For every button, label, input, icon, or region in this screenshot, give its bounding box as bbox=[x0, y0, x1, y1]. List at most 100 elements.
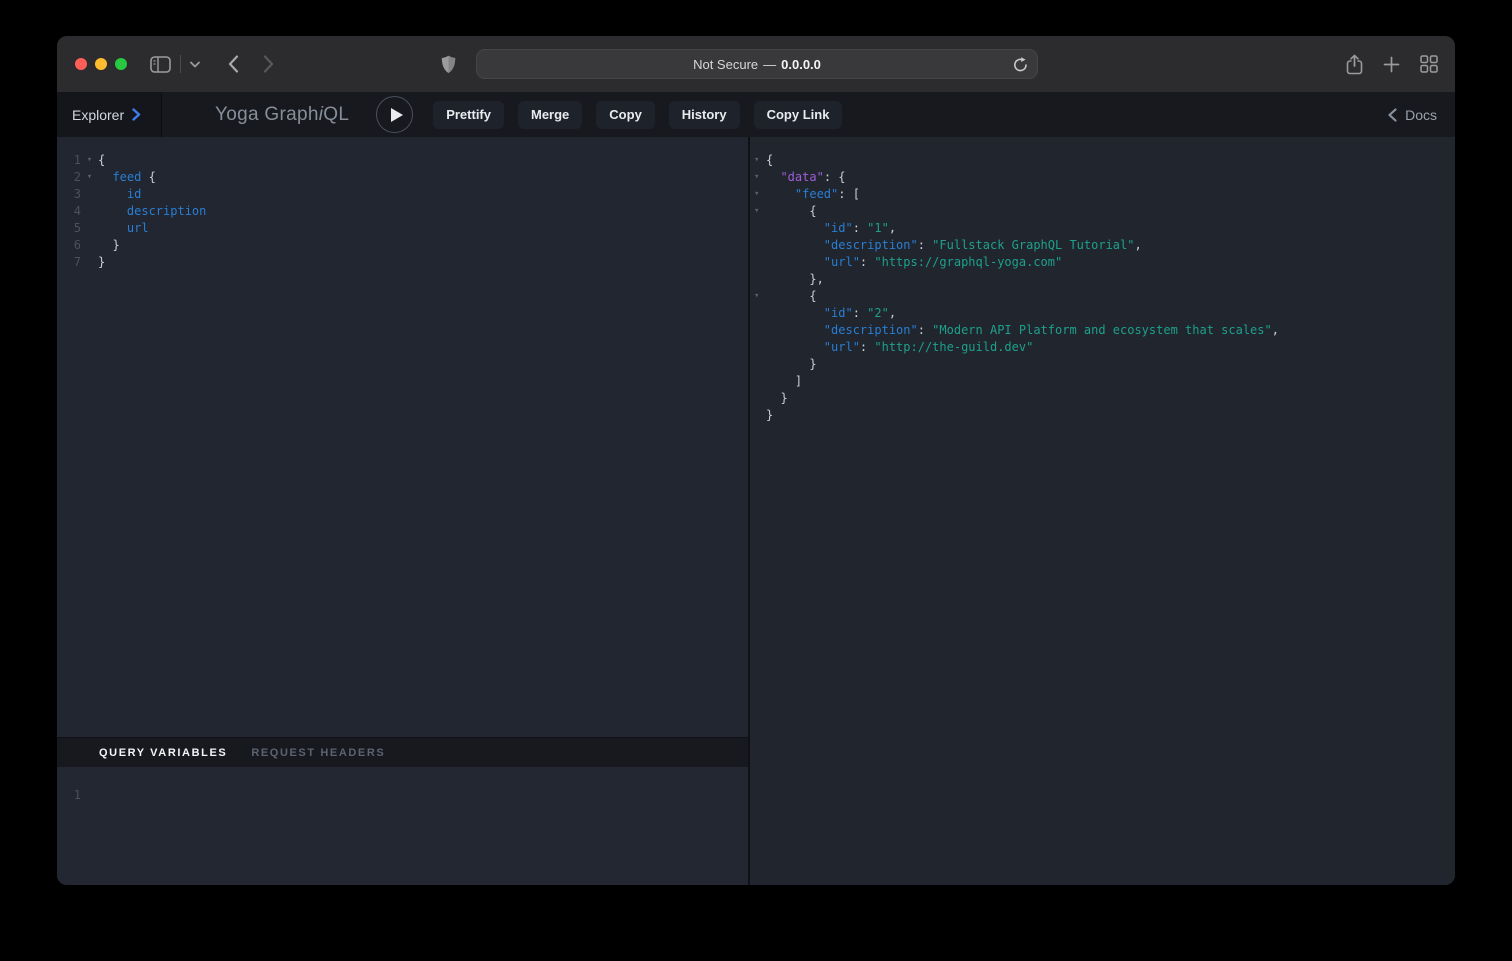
line-number: 4 bbox=[57, 203, 81, 220]
code-line[interactable]: 7} bbox=[57, 254, 748, 271]
response-viewer[interactable]: ▾{▾ "data": {▾ "feed": [▾ { "id": "1", "… bbox=[750, 137, 1455, 885]
fold-gutter bbox=[750, 322, 766, 339]
code-text: } bbox=[766, 407, 773, 424]
fold-gutter bbox=[750, 390, 766, 407]
code-text: "description": "Modern API Platform and … bbox=[766, 322, 1279, 339]
chevron-left-icon bbox=[1388, 108, 1397, 122]
toolbar-buttons: Prettify Merge Copy History Copy Link bbox=[433, 101, 842, 129]
fold-arrow-icon[interactable]: ▾ bbox=[750, 203, 766, 220]
code-line[interactable]: "id": "2", bbox=[750, 305, 1455, 322]
privacy-shield-icon[interactable] bbox=[441, 55, 456, 74]
tab-request-headers[interactable]: REQUEST HEADERS bbox=[251, 747, 385, 759]
fold-arrow-icon[interactable]: ▾ bbox=[81, 169, 98, 186]
code-line[interactable]: 6 } bbox=[57, 237, 748, 254]
minimize-window-button[interactable] bbox=[95, 58, 107, 70]
traffic-lights bbox=[75, 58, 127, 70]
fold-gutter bbox=[750, 373, 766, 390]
fold-gutter bbox=[750, 271, 766, 288]
close-window-button[interactable] bbox=[75, 58, 87, 70]
fold-gutter bbox=[81, 237, 98, 254]
code-line[interactable]: } bbox=[750, 356, 1455, 373]
code-text: } bbox=[98, 254, 105, 271]
sidebar-toggle-icon[interactable] bbox=[150, 56, 171, 73]
fold-gutter bbox=[750, 339, 766, 356]
fold-arrow-icon[interactable]: ▾ bbox=[750, 186, 766, 203]
line-number: 6 bbox=[57, 237, 81, 254]
chevron-right-icon bbox=[132, 108, 141, 121]
share-icon[interactable] bbox=[1346, 54, 1363, 75]
nav-controls bbox=[150, 50, 274, 78]
code-line[interactable]: 1▾{ bbox=[57, 152, 748, 169]
code-line[interactable]: }, bbox=[750, 271, 1455, 288]
code-line[interactable]: "description": "Modern API Platform and … bbox=[750, 322, 1455, 339]
code-text: url bbox=[98, 220, 149, 237]
code-line[interactable]: 2▾ feed { bbox=[57, 169, 748, 186]
code-text: } bbox=[766, 390, 788, 407]
zoom-window-button[interactable] bbox=[115, 58, 127, 70]
code-line[interactable]: "id": "1", bbox=[750, 220, 1455, 237]
fold-gutter bbox=[750, 220, 766, 237]
code-line[interactable]: ▾ { bbox=[750, 203, 1455, 220]
code-line[interactable]: "description": "Fullstack GraphQL Tutori… bbox=[750, 237, 1455, 254]
execute-query-button[interactable] bbox=[376, 96, 413, 133]
line-number: 7 bbox=[57, 254, 81, 271]
fold-arrow-icon[interactable]: ▾ bbox=[81, 152, 98, 169]
copy-link-button[interactable]: Copy Link bbox=[754, 101, 843, 129]
tab-overview-icon[interactable] bbox=[1420, 55, 1438, 73]
variables-editor[interactable]: 1 bbox=[57, 767, 748, 885]
code-text: feed { bbox=[98, 169, 156, 186]
fold-gutter bbox=[750, 305, 766, 322]
explorer-toggle[interactable]: Explorer bbox=[57, 92, 162, 137]
fold-gutter bbox=[750, 407, 766, 424]
graphiql-toolbar: Explorer Yoga GraphiQL Prettify Merge Co… bbox=[57, 92, 1455, 137]
code-line[interactable]: 5 url bbox=[57, 220, 748, 237]
code-text: "id": "1", bbox=[766, 220, 896, 237]
code-text: "url": "http://the-guild.dev" bbox=[766, 339, 1033, 356]
address-bar[interactable]: Not Secure — 0.0.0.0 bbox=[476, 49, 1038, 79]
line-number: 1 bbox=[57, 787, 81, 804]
code-text: { bbox=[766, 288, 817, 305]
code-line[interactable]: ▾ { bbox=[750, 288, 1455, 305]
tab-query-variables[interactable]: QUERY VARIABLES bbox=[99, 747, 227, 759]
copy-button[interactable]: Copy bbox=[596, 101, 655, 129]
fold-gutter bbox=[81, 254, 98, 271]
code-text: description bbox=[98, 203, 206, 220]
code-text: id bbox=[98, 186, 141, 203]
docs-toggle[interactable]: Docs bbox=[1388, 107, 1437, 123]
merge-button[interactable]: Merge bbox=[518, 101, 582, 129]
sidebar-chevron-down-icon[interactable] bbox=[190, 61, 200, 68]
code-line[interactable]: "url": "https://graphql-yoga.com" bbox=[750, 254, 1455, 271]
code-line[interactable]: "url": "http://the-guild.dev" bbox=[750, 339, 1455, 356]
new-tab-icon[interactable] bbox=[1383, 56, 1400, 73]
reload-icon[interactable] bbox=[1013, 56, 1028, 73]
query-editor[interactable]: 1▾{2▾ feed {3 id4 description5 url6 }7} bbox=[57, 137, 748, 737]
prettify-button[interactable]: Prettify bbox=[433, 101, 504, 129]
variables-tab-bar: QUERY VARIABLES REQUEST HEADERS bbox=[57, 737, 748, 767]
line-number: 5 bbox=[57, 220, 81, 237]
chrome-right-actions bbox=[1346, 49, 1438, 79]
main-area: 1▾{2▾ feed {3 id4 description5 url6 }7} … bbox=[57, 137, 1455, 885]
docs-label: Docs bbox=[1405, 107, 1437, 123]
line-number: 2 bbox=[57, 169, 81, 186]
code-line[interactable]: } bbox=[750, 390, 1455, 407]
explorer-label: Explorer bbox=[72, 107, 124, 123]
code-line[interactable]: ▾ "feed": [ bbox=[750, 186, 1455, 203]
fold-arrow-icon[interactable]: ▾ bbox=[750, 152, 766, 169]
line-number: 1 bbox=[57, 152, 81, 169]
code-line[interactable]: } bbox=[750, 407, 1455, 424]
back-button[interactable] bbox=[228, 55, 239, 73]
code-line[interactable]: 1 bbox=[57, 787, 748, 804]
code-text: } bbox=[766, 356, 817, 373]
code-line[interactable]: ▾{ bbox=[750, 152, 1455, 169]
code-line[interactable]: ] bbox=[750, 373, 1455, 390]
code-line[interactable]: 4 description bbox=[57, 203, 748, 220]
forward-button[interactable] bbox=[263, 55, 274, 73]
code-line[interactable]: ▾ "data": { bbox=[750, 169, 1455, 186]
query-pane: 1▾{2▾ feed {3 id4 description5 url6 }7} … bbox=[57, 137, 748, 885]
history-button[interactable]: History bbox=[669, 101, 740, 129]
code-text: { bbox=[766, 203, 817, 220]
fold-arrow-icon[interactable]: ▾ bbox=[750, 169, 766, 186]
fold-arrow-icon[interactable]: ▾ bbox=[750, 288, 766, 305]
fold-gutter bbox=[750, 254, 766, 271]
code-line[interactable]: 3 id bbox=[57, 186, 748, 203]
